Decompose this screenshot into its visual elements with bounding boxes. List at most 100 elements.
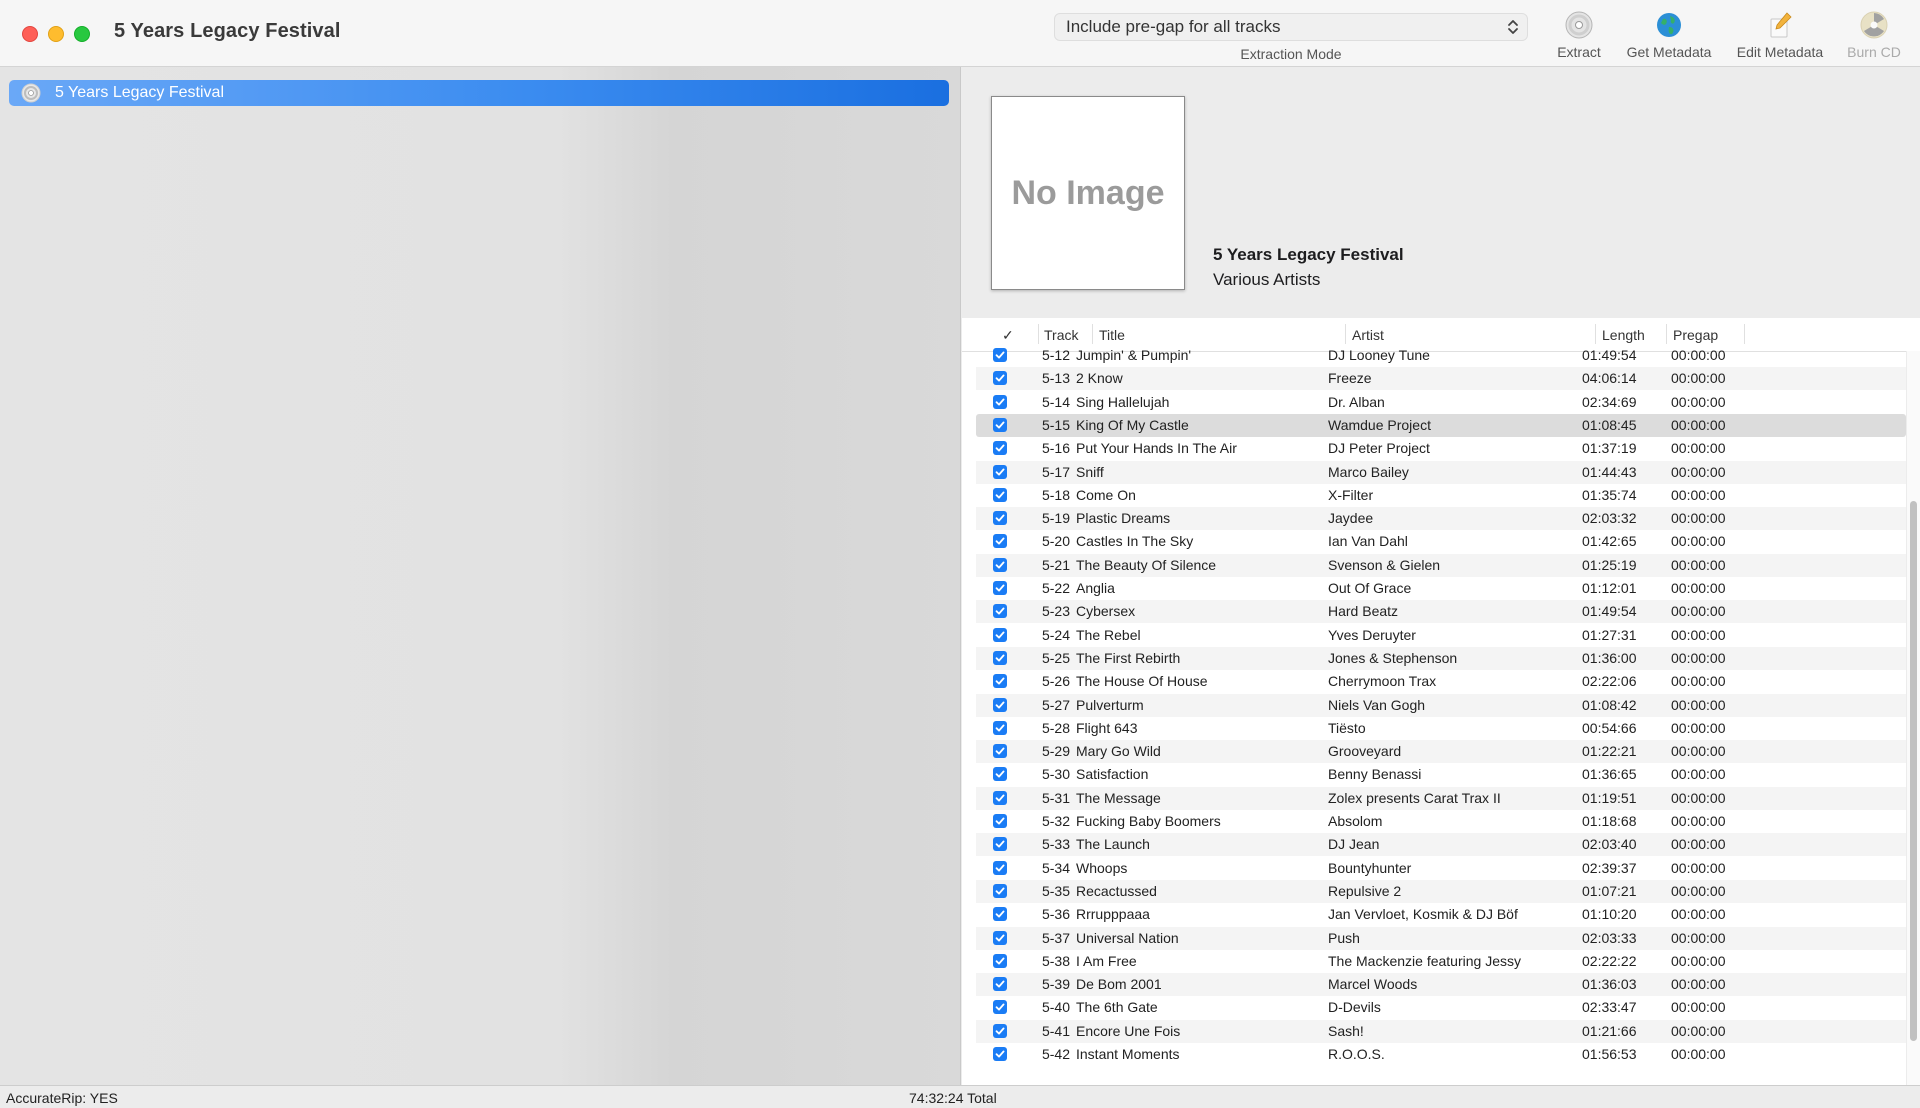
table-row[interactable]: 5-26 The House Of House Cherrymoon Trax 02:… xyxy=(976,670,1906,693)
table-row[interactable]: 5-28 Flight 643 Tiësto 00:54:66 00:00:00 xyxy=(976,717,1906,740)
track-number-cell: 5-22 xyxy=(1041,580,1070,596)
table-row[interactable]: 5-30 Satisfaction Benny Benassi 01:36:65 00:… xyxy=(976,763,1906,786)
column-header-check[interactable]: ✓ xyxy=(1002,327,1014,344)
table-row[interactable]: 5-40 The 6th Gate D-Devils 02:33:47 00:00:00 xyxy=(976,996,1906,1019)
table-row[interactable]: 5-14 Sing Hallelujah Dr. Alban 02:34:69 00:0… xyxy=(976,391,1906,414)
table-row[interactable]: 5-15 King Of My Castle Wamdue Project 01:08… xyxy=(976,413,1906,437)
track-checkbox[interactable] xyxy=(993,883,1007,898)
get-metadata-button[interactable]: Get Metadata xyxy=(1620,10,1718,60)
track-length-cell: 02:39:37 xyxy=(1582,859,1637,876)
table-row[interactable]: 5-21 The Beauty Of Silence Svenson & Giele… xyxy=(976,553,1906,577)
track-artist-cell: Yves Deruyter xyxy=(1328,626,1416,643)
table-scrollbar[interactable] xyxy=(1906,351,1920,1085)
track-table: ✓ Track Title Artist Length Pregap 5-12 J… xyxy=(962,318,1920,1085)
track-pregap-cell: 00:00:00 xyxy=(1671,882,1726,899)
table-row[interactable]: 5-41 Encore Une Fois Sash! 01:21:66 00:00:00 xyxy=(976,1019,1906,1043)
table-row[interactable]: 5-32 Fucking Baby Boomers Absolom 01:18:68 0… xyxy=(976,810,1906,833)
edit-metadata-button[interactable]: Edit Metadata xyxy=(1728,10,1832,60)
table-row[interactable]: 5-18 Come On X-Filter 01:35:74 00:00:00 xyxy=(976,484,1906,507)
track-checkbox[interactable] xyxy=(993,581,1007,595)
table-row[interactable]: 5-38 I Am Free The Mackenzie featuring Jes… xyxy=(976,950,1906,973)
table-row[interactable]: 5-34 Whoops Bountyhunter 02:39:37 00:00:00 xyxy=(976,857,1906,880)
extract-button[interactable]: Extract xyxy=(1548,10,1610,60)
track-number-cell: 5-18 xyxy=(1041,486,1070,503)
track-checkbox[interactable] xyxy=(993,487,1007,502)
checkmark-icon xyxy=(995,701,1005,708)
track-checkbox[interactable] xyxy=(993,650,1007,665)
checkmark-icon xyxy=(995,747,1005,755)
track-checkbox[interactable] xyxy=(993,371,1007,386)
table-row[interactable]: 5-31 The Message Zolex presents Carat Trax… xyxy=(976,786,1906,810)
track-checkbox[interactable] xyxy=(993,814,1007,828)
track-length-cell: 01:37:19 xyxy=(1582,440,1637,457)
track-pregap-cell: 00:00:00 xyxy=(1671,999,1726,1016)
track-checkbox[interactable] xyxy=(993,627,1007,642)
track-checkbox[interactable] xyxy=(993,860,1007,875)
track-artist-cell: DJ Peter Project xyxy=(1328,440,1430,457)
table-row[interactable]: 5-29 Mary Go Wild Grooveyard 01:22:21 00:00:… xyxy=(976,740,1906,764)
track-checkbox[interactable] xyxy=(993,744,1007,759)
checkmark-icon xyxy=(995,421,1005,429)
track-length-cell: 01:56:53 xyxy=(1582,1046,1637,1062)
table-row[interactable]: 5-25 The First Rebirth Jones & Stephenson 0… xyxy=(976,646,1906,670)
track-length-cell: 01:08:42 xyxy=(1582,696,1637,713)
track-checkbox[interactable] xyxy=(993,697,1007,712)
track-checkbox[interactable] xyxy=(993,441,1007,456)
column-header-length[interactable]: Length xyxy=(1602,327,1645,343)
table-row[interactable]: 5-42 Instant Moments R.O.O.S. 01:56:53 00:00… xyxy=(976,1043,1906,1066)
track-checkbox[interactable] xyxy=(993,464,1007,479)
table-row[interactable]: 5-13 2 Know Freeze 04:06:14 00:00:00 xyxy=(976,367,1906,391)
table-row[interactable]: 5-35 Recactussed Repulsive 2 01:07:21 00:00:… xyxy=(976,879,1906,903)
track-checkbox[interactable] xyxy=(993,674,1007,689)
close-window-button[interactable] xyxy=(22,26,38,42)
table-row[interactable]: 5-23 Cybersex Hard Beatz 01:49:54 00:00:00 xyxy=(976,600,1906,624)
extraction-mode-select[interactable]: Include pre-gap for all tracks xyxy=(1054,13,1528,41)
track-pregap-cell: 00:00:00 xyxy=(1671,859,1726,876)
table-row[interactable]: 5-12 Jumpin' & Pumpin' DJ Looney Tune 01:49… xyxy=(976,344,1906,367)
table-row[interactable]: 5-33 The Launch DJ Jean 02:03:40 00:00:00 xyxy=(976,833,1906,857)
table-row[interactable]: 5-17 Sniff Marco Bailey 01:44:43 00:00:00 xyxy=(976,460,1906,484)
column-header-artist[interactable]: Artist xyxy=(1352,327,1384,343)
track-checkbox[interactable] xyxy=(993,837,1007,852)
table-row[interactable]: 5-27 Pulverturm Niels Van Gogh 01:08:42 00:0… xyxy=(976,693,1906,717)
track-checkbox[interactable] xyxy=(993,417,1007,432)
burn-cd-button[interactable]: Burn CD xyxy=(1842,10,1906,60)
table-row[interactable]: 5-20 Castles In The Sky Ian Van Dahl 01:42:… xyxy=(976,530,1906,553)
zoom-window-button[interactable] xyxy=(74,26,90,42)
track-checkbox[interactable] xyxy=(993,604,1007,619)
track-checkbox[interactable] xyxy=(993,720,1007,735)
table-row[interactable]: 5-22 Anglia Out Of Grace 01:12:01 00:00:00 xyxy=(976,577,1906,600)
track-checkbox[interactable] xyxy=(993,930,1007,945)
table-row[interactable]: 5-19 Plastic Dreams Jaydee 02:03:32 00:00:00 xyxy=(976,507,1906,531)
table-row[interactable]: 5-16 Put Your Hands In The Air DJ Peter Pr… xyxy=(976,437,1906,460)
track-checkbox[interactable] xyxy=(993,790,1007,805)
sidebar-item-disc[interactable]: 5 Years Legacy Festival xyxy=(9,80,949,106)
track-checkbox[interactable] xyxy=(993,953,1007,968)
track-title-cell: Come On xyxy=(1076,486,1136,503)
track-pregap-cell: 00:00:00 xyxy=(1671,813,1726,829)
table-row[interactable]: 5-36 Rrrupppaaa Jan Vervloet, Kosmik & DJ … xyxy=(976,903,1906,926)
track-checkbox[interactable] xyxy=(993,1047,1007,1061)
track-checkbox[interactable] xyxy=(993,767,1007,782)
track-checkbox[interactable] xyxy=(993,977,1007,992)
track-checkbox[interactable] xyxy=(993,511,1007,526)
track-artist-cell: Jones & Stephenson xyxy=(1328,649,1458,666)
column-header-title[interactable]: Title xyxy=(1099,327,1125,343)
table-row[interactable]: 5-24 The Rebel Yves Deruyter 01:27:31 00:00:… xyxy=(976,624,1906,647)
track-checkbox[interactable] xyxy=(993,394,1007,409)
album-artwork[interactable]: No Image xyxy=(991,96,1185,290)
scrollbar-thumb[interactable] xyxy=(1910,501,1917,1041)
table-row[interactable]: 5-39 De Bom 2001 Marcel Woods 01:36:03 00:00… xyxy=(976,973,1906,997)
column-header-pregap[interactable]: Pregap xyxy=(1673,327,1718,343)
track-checkbox[interactable] xyxy=(993,534,1007,549)
track-checkbox[interactable] xyxy=(993,1023,1007,1038)
track-checkbox[interactable] xyxy=(993,348,1007,362)
track-title-cell: Flight 643 xyxy=(1076,719,1138,736)
table-row[interactable]: 5-37 Universal Nation Push 02:03:33 00:00:00 xyxy=(976,926,1906,950)
track-checkbox[interactable] xyxy=(993,907,1007,922)
checkmark-icon xyxy=(995,374,1005,382)
track-checkbox[interactable] xyxy=(993,557,1007,572)
minimize-window-button[interactable] xyxy=(48,26,64,42)
column-header-track[interactable]: Track xyxy=(1044,327,1078,343)
track-checkbox[interactable] xyxy=(993,1000,1007,1015)
